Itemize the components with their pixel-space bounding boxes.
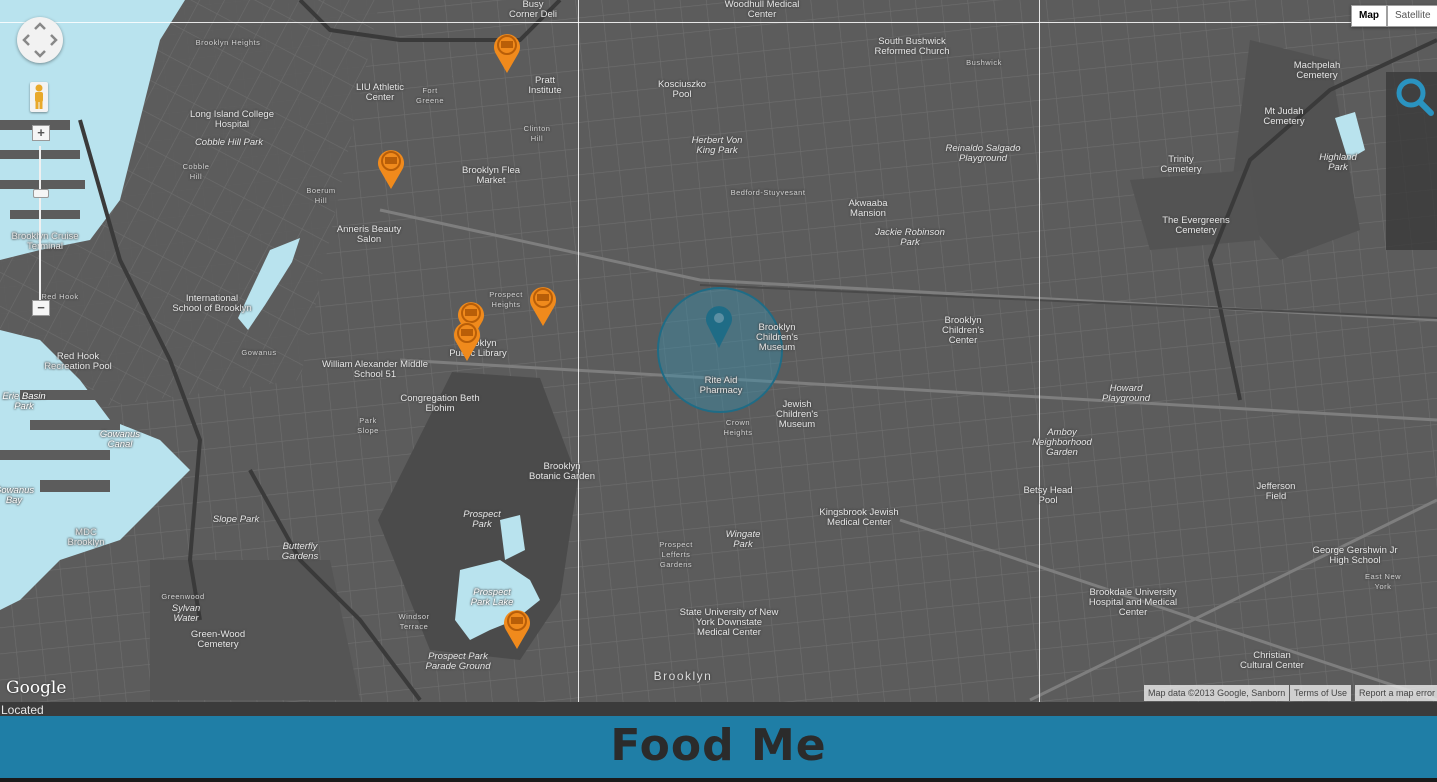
zoom-slider-knob[interactable] — [33, 189, 49, 198]
place-label: Kosciuszko Pool — [657, 79, 707, 100]
place-label: Akwaaba Mansion — [848, 198, 888, 219]
terms-of-use-link[interactable]: Terms of Use — [1290, 685, 1352, 701]
place-label: Reinaldo Salgado Playground — [945, 143, 1021, 164]
grid-line-vertical — [1039, 0, 1040, 702]
place-label: East New York — [1364, 572, 1402, 591]
place-label: International School of Brooklyn — [172, 293, 252, 314]
place-label: Cobble Hill — [182, 162, 210, 181]
place-label: Gowanus Bay — [0, 485, 35, 506]
place-label: Brooklyn Botanic Garden — [528, 461, 595, 482]
place-label: Erie Basin Park — [2, 391, 46, 412]
place-label: Bedford-Stuyvesant — [730, 188, 806, 197]
place-label: Bushwick — [966, 58, 1002, 67]
place-label: MDC Brooklyn — [67, 527, 105, 548]
place-label: Kingsbrook Jewish Medical Center — [819, 507, 899, 528]
place-label: Fort Greene — [415, 86, 445, 105]
place-label: Boerum Hill — [306, 186, 336, 205]
map-data-attribution: Map data ©2013 Google, Sanborn — [1144, 685, 1290, 701]
place-label: State University of New York Downstate M… — [679, 607, 779, 638]
place-label: Brooklyn Cruise Terminal — [11, 231, 79, 252]
place-label: Congregation Beth Elohim — [400, 393, 480, 414]
place-label: Howard Playground — [1101, 383, 1151, 404]
place-label: Brookdale University Hospital and Medica… — [1088, 587, 1178, 618]
place-label: Busy Corner Deli — [508, 0, 558, 20]
google-logo: Google — [6, 678, 67, 698]
place-label: Gowanus Canal — [99, 429, 141, 450]
place-label: Clinton Hill — [523, 124, 551, 143]
report-map-error-link[interactable]: Report a map error — [1355, 685, 1437, 701]
place-label: Long Island College Hospital — [190, 109, 274, 130]
food-truck-marker[interactable] — [492, 30, 522, 74]
place-label: The Evergreens Cemetery — [1162, 215, 1230, 236]
pan-control[interactable] — [17, 17, 63, 63]
zoom-in-button[interactable]: + — [32, 125, 50, 141]
place-label: Sylvan Water — [171, 603, 201, 624]
place-label: Jackie Robinson Park — [875, 227, 945, 248]
place-label: LIU Athletic Center — [355, 82, 405, 103]
place-label: South Bushwick Reformed Church — [874, 36, 950, 57]
place-label: Prospect Park — [463, 509, 501, 530]
grid-line-vertical — [578, 0, 579, 702]
food-truck-marker[interactable] — [528, 283, 558, 327]
place-label: Red Hook Recreation Pool — [44, 351, 112, 372]
place-label: Trinity Cemetery — [1160, 154, 1202, 175]
place-label: Wingate Park — [725, 529, 761, 550]
map-type-satellite-button[interactable]: Satellite — [1387, 5, 1437, 27]
place-label: Gowanus — [241, 348, 277, 357]
place-label: Woodhull Medical Center — [724, 0, 800, 20]
place-label: Crown Heights — [723, 418, 753, 437]
place-label: Machpelah Cemetery — [1293, 60, 1341, 81]
place-label: Greenwood — [161, 592, 205, 601]
place-label: Prospect Park Parade Ground — [425, 651, 491, 672]
place-label: Windsor Terrace — [398, 612, 430, 631]
place-label: Herbert Von King Park — [691, 135, 743, 156]
search-icon[interactable] — [1394, 76, 1434, 116]
pan-arrows-icon — [22, 22, 58, 58]
current-location-pin-icon[interactable] — [705, 304, 733, 348]
place-label: Jefferson Field — [1256, 481, 1296, 502]
place-label: Brooklyn Flea Market — [461, 165, 521, 186]
place-label: Slope Park — [212, 514, 260, 525]
place-label: Highland Park — [1319, 152, 1357, 173]
food-truck-marker[interactable] — [502, 606, 532, 650]
place-label: Betsy Head Pool — [1023, 485, 1073, 506]
place-label: Brooklyn Children's Museum — [756, 322, 798, 353]
place-label: Christian Cultural Center — [1240, 650, 1304, 671]
app-title: Food Me — [610, 720, 827, 771]
place-label: Cobble Hill Park — [194, 137, 264, 148]
place-label: Green-Wood Cemetery — [190, 629, 246, 650]
place-label: Jewish Children's Museum — [776, 399, 818, 430]
place-label: Rite Aid Pharmacy — [699, 375, 743, 396]
food-truck-marker[interactable] — [376, 146, 406, 190]
status-bar: Located — [0, 702, 1437, 717]
grid-line-horizontal — [0, 22, 1437, 23]
place-label: Brooklyn Heights — [195, 38, 261, 47]
place-label: Brooklyn — [653, 669, 713, 683]
place-label: Brooklyn Children's Center — [942, 315, 984, 346]
map-tiles — [0, 0, 1437, 702]
street-view-pegman-icon[interactable] — [30, 82, 48, 112]
place-label: Butterfly Gardens — [281, 541, 319, 562]
map-view[interactable]: Brooklyn Heights Long Island College Hos… — [0, 0, 1437, 702]
place-label: Anneris Beauty Salon — [336, 224, 402, 245]
search-panel[interactable] — [1386, 72, 1437, 250]
zoom-out-button[interactable]: − — [32, 300, 50, 316]
map-type-map-button[interactable]: Map — [1351, 5, 1387, 27]
place-label: Prospect Park Lake — [470, 587, 514, 608]
place-label: George Gershwin Jr High School — [1312, 545, 1398, 566]
place-label: Prospect Lefferts Gardens — [659, 540, 693, 569]
place-label: Mt Judah Cemetery — [1263, 106, 1305, 127]
place-label: Pratt Institute — [528, 75, 562, 96]
food-truck-marker[interactable] — [452, 318, 482, 362]
map-type-control: Map Satellite — [1351, 5, 1437, 27]
place-label: Park Slope — [357, 416, 379, 435]
app-title-bar: Food Me — [0, 716, 1437, 778]
place-label: Amboy Neighborhood Garden — [1032, 427, 1092, 458]
place-label: William Alexander Middle School 51 — [321, 359, 429, 380]
zoom-slider-track[interactable] — [39, 146, 41, 300]
bottom-strip — [0, 778, 1437, 782]
